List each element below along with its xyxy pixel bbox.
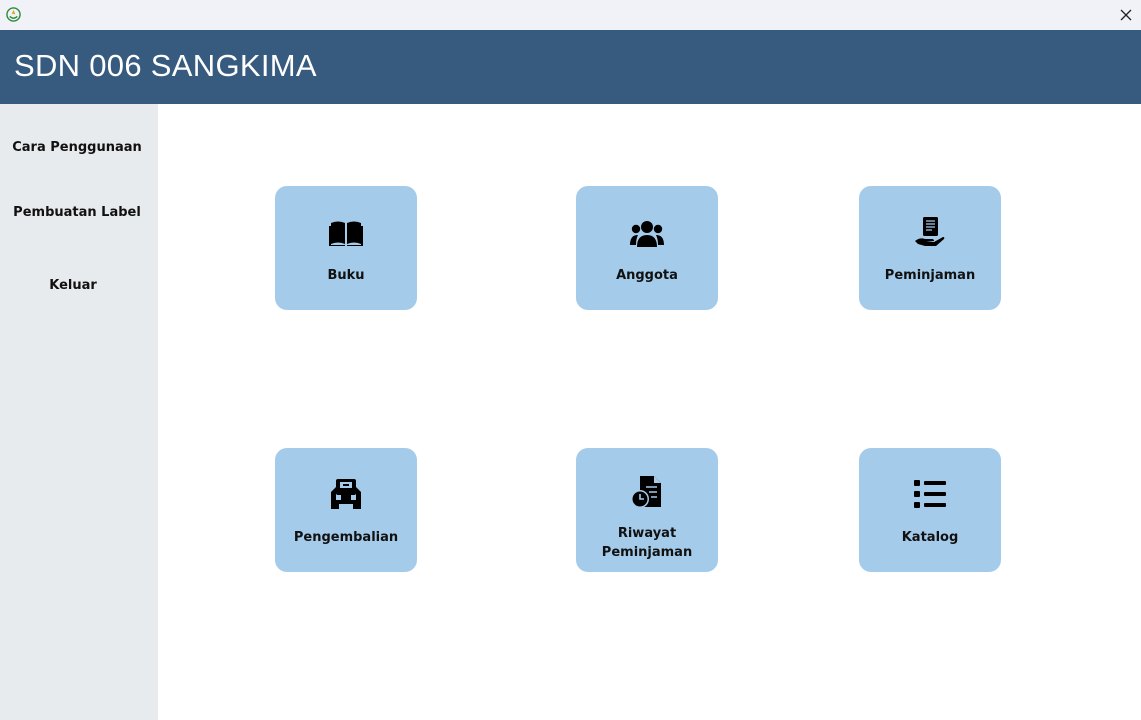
sidebar: Cara Penggunaan Pembuatan Label Keluar — [0, 104, 158, 720]
close-icon — [1120, 9, 1132, 21]
tile-label: Anggota — [616, 268, 678, 283]
tile-label: Buku — [327, 268, 365, 283]
page-title: SDN 006 SANGKIMA — [14, 48, 317, 83]
tile-buku[interactable]: Buku — [275, 186, 417, 310]
app-header: SDN 006 SANGKIMA — [0, 30, 1141, 104]
tile-label: Riwayat Peminjaman — [601, 526, 693, 560]
close-button[interactable] — [1111, 0, 1141, 30]
tile-katalog[interactable]: Katalog — [859, 448, 1001, 572]
tile-label: Peminjaman — [884, 268, 976, 283]
window-titlebar — [0, 0, 1141, 30]
sidebar-item-cara-penggunaan[interactable]: Cara Penggunaan — [0, 140, 154, 155]
tile-pengembalian[interactable]: Pengembalian — [275, 448, 417, 572]
tile-peminjaman[interactable]: Peminjaman — [859, 186, 1001, 310]
tile-label: Pengembalian — [293, 530, 399, 545]
sidebar-item-keluar[interactable]: Keluar — [0, 278, 146, 293]
sidebar-item-pembuatan-label[interactable]: Pembuatan Label — [0, 205, 154, 220]
school-logo-icon — [6, 7, 21, 22]
dashboard-content: Buku Anggota Peminjaman Pengembalian Riw… — [158, 104, 1141, 720]
hand-holding-book-icon — [859, 216, 1001, 248]
tile-anggota[interactable]: Anggota — [576, 186, 718, 310]
users-group-icon — [576, 217, 718, 249]
document-clock-icon — [576, 476, 718, 508]
tile-riwayat-peminjaman[interactable]: Riwayat Peminjaman — [576, 448, 718, 572]
book-return-icon — [275, 478, 417, 510]
list-icon — [859, 478, 1001, 510]
tile-label: Katalog — [901, 530, 959, 545]
open-book-icon — [275, 217, 417, 249]
